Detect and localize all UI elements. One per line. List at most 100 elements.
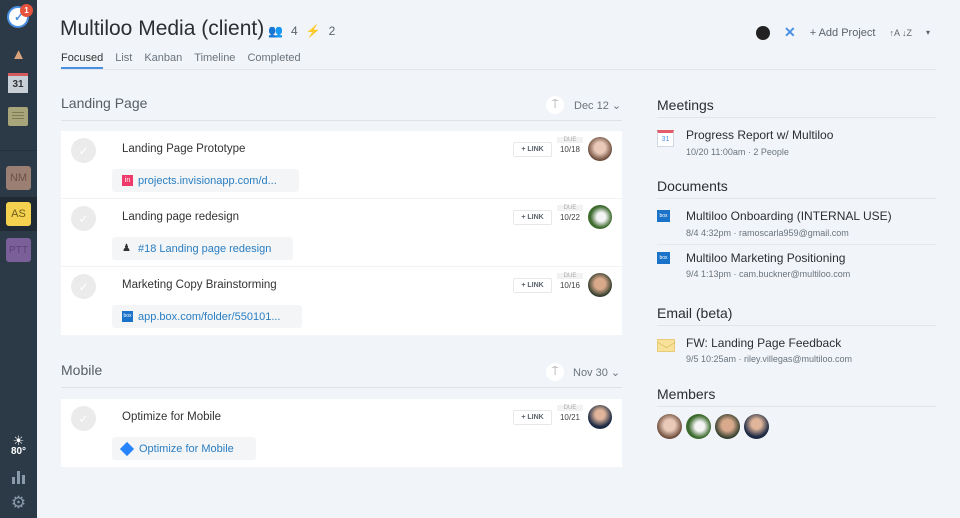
task-name[interactable]: Landing Page Prototype <box>122 143 245 155</box>
invision-icon: in <box>122 175 133 186</box>
task-name[interactable]: Optimize for Mobile <box>122 411 221 423</box>
member-avatar[interactable] <box>744 414 769 439</box>
members-title: Members <box>657 386 716 402</box>
due-date[interactable]: DUE 10/22 <box>557 205 583 222</box>
document-separator <box>657 244 936 245</box>
member-avatar[interactable] <box>715 414 740 439</box>
assignee-avatar[interactable] <box>588 405 612 429</box>
members-icon: 👥 <box>268 24 283 38</box>
page-title: Multiloo Media (client) <box>60 17 265 40</box>
pin-icon[interactable]: ⍑ <box>546 363 564 381</box>
tab-focused[interactable]: Focused <box>61 52 104 69</box>
documents-divider <box>657 198 936 199</box>
section-divider <box>61 120 622 121</box>
due-label: DUE <box>557 137 583 143</box>
document-title[interactable]: Multiloo Marketing Positioning <box>686 251 845 265</box>
task-name[interactable]: Marketing Copy Brainstorming <box>122 279 277 291</box>
members-list <box>657 414 769 439</box>
gear-icon[interactable]: ⚙ <box>6 490 31 515</box>
due-date[interactable]: DUE 10/16 <box>557 273 583 290</box>
section-divider <box>61 387 622 388</box>
meeting-title[interactable]: Progress Report w/ Multiloo <box>686 128 833 142</box>
link-text: projects.invisionapp.com/d... <box>138 174 277 187</box>
task-list: ✓ Landing Page Prototype in projects.inv… <box>61 131 622 335</box>
github-icon[interactable] <box>755 25 770 40</box>
members-divider <box>657 406 936 407</box>
members-count: 4 <box>290 24 298 38</box>
task-attachment-link[interactable]: ♟ #18 Landing page redesign <box>112 237 294 260</box>
member-avatar[interactable] <box>657 414 682 439</box>
due-date[interactable]: DUE 10/21 <box>557 405 583 422</box>
complete-checkbox[interactable]: ✓ <box>71 406 96 431</box>
assignee-avatar[interactable] <box>588 273 612 297</box>
complete-checkbox[interactable]: ✓ <box>71 206 96 231</box>
task-attachment-link[interactable]: in projects.invisionapp.com/d... <box>112 169 299 192</box>
calendar-icon[interactable]: 31 <box>8 73 28 93</box>
github-octocat-icon: ♟ <box>122 243 131 254</box>
tab-completed[interactable]: Completed <box>247 52 300 69</box>
pin-icon[interactable]: ⍑ <box>546 96 564 114</box>
jira-icon[interactable]: ✕ <box>784 24 796 41</box>
integrations-count: 2 <box>328 24 336 38</box>
document-details: 9/4 1:13pm · cam.buckner@multiloo.com <box>686 269 851 279</box>
due-value: 10/16 <box>559 281 581 290</box>
due-label: DUE <box>557 205 583 211</box>
task-attachment-link[interactable]: box app.box.com/folder/550101... <box>112 305 303 328</box>
sort-icon[interactable]: ↑A ↓Z <box>889 28 912 37</box>
due-label: DUE <box>557 273 583 279</box>
add-link-button[interactable]: + LINK <box>513 410 552 425</box>
email-title: Email (beta) <box>657 305 733 321</box>
task-row: ✓ Marketing Copy Brainstorming box app.b… <box>61 267 622 335</box>
assignee-avatar[interactable] <box>588 205 612 229</box>
task-list: ✓ Optimize for Mobile Optimize for Mobil… <box>61 399 622 467</box>
complete-checkbox[interactable]: ✓ <box>71 274 96 299</box>
chevron-down-icon[interactable]: ▾ <box>926 28 930 37</box>
envelope-icon <box>657 339 675 352</box>
workspace-nm[interactable]: NM <box>6 166 31 190</box>
section-date-text: Dec 12 <box>574 100 609 112</box>
tab-timeline[interactable]: Timeline <box>194 52 235 69</box>
due-value: 10/18 <box>559 145 581 154</box>
member-avatar[interactable] <box>686 414 711 439</box>
sidebar: 1 ▲ 31 NM AS PTT ☀ 80° ⚙ <box>0 0 37 518</box>
due-label: DUE <box>557 405 583 411</box>
email-subject[interactable]: FW: Landing Page Feedback <box>686 336 841 350</box>
email-divider <box>657 325 936 326</box>
header-divider <box>60 69 936 70</box>
complete-checkbox[interactable]: ✓ <box>71 138 96 163</box>
sunrise-icon[interactable]: ▲ <box>6 42 31 67</box>
section-date-text: Nov 30 <box>573 367 608 379</box>
documents-title: Documents <box>657 178 728 194</box>
link-text: app.box.com/folder/550101... <box>138 310 281 323</box>
chevron-down-icon: ⌄ <box>611 100 622 112</box>
stats-icon[interactable] <box>6 464 31 489</box>
section-date[interactable]: Nov 30 ⌄ <box>573 366 620 379</box>
section-title: Landing Page <box>61 95 148 111</box>
header-actions: ✕ + Add Project ↑A ↓Z ▾ <box>755 24 930 41</box>
box-icon: box <box>657 252 670 264</box>
email-details: 9/5 10:25am · riley.villegas@multiloo.co… <box>686 354 853 364</box>
add-link-button[interactable]: + LINK <box>513 278 552 293</box>
sidebar-divider <box>0 150 37 151</box>
task-name[interactable]: Landing page redesign <box>122 211 239 223</box>
add-link-button[interactable]: + LINK <box>513 210 552 225</box>
workspace-ptt[interactable]: PTT <box>6 238 31 262</box>
add-link-button[interactable]: + LINK <box>513 142 552 157</box>
assignee-avatar[interactable] <box>588 137 612 161</box>
add-project-button[interactable]: + Add Project <box>810 27 876 39</box>
meeting-details: 10/20 11:00am · 2 People <box>686 147 789 157</box>
tab-list[interactable]: List <box>115 52 132 69</box>
link-text: Optimize for Mobile <box>139 442 234 455</box>
workspace-as[interactable]: AS <box>6 202 31 226</box>
tab-kanban[interactable]: Kanban <box>144 52 182 69</box>
due-date[interactable]: DUE 10/18 <box>557 137 583 154</box>
task-attachment-link[interactable]: Optimize for Mobile <box>112 437 256 460</box>
document-title[interactable]: Multiloo Onboarding (INTERNAL USE) <box>686 209 892 223</box>
notification-badge: 1 <box>20 4 33 17</box>
meetings-divider <box>657 117 936 118</box>
calendar-icon: 31 <box>657 130 674 147</box>
due-value: 10/22 <box>559 213 581 222</box>
section-date[interactable]: Dec 12 ⌄ <box>574 99 621 112</box>
box-icon: box <box>122 311 133 322</box>
notes-icon[interactable] <box>8 107 28 126</box>
